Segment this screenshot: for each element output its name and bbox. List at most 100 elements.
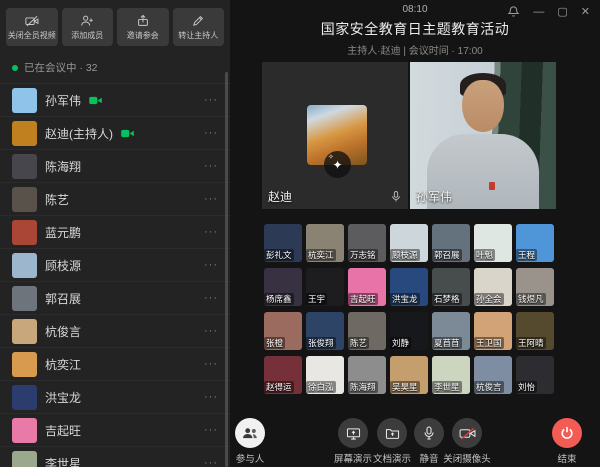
grid-tile[interactable]: 王阿晴 <box>516 312 554 350</box>
more-icon[interactable]: ··· <box>204 293 218 304</box>
participant-row[interactable]: 杭俊言 ··· <box>0 315 230 348</box>
power-icon <box>560 426 574 440</box>
participant-row[interactable]: 陈艺 ··· <box>0 183 230 216</box>
bell-icon[interactable] <box>507 5 520 18</box>
tile-name: 孙全会 <box>474 293 504 305</box>
participant-list: 孙军伟 ··· 赵迪(主持人) ··· 陈海翔 ··· 陈艺 ··· <box>0 84 230 467</box>
grid-tile[interactable]: 刘静 <box>390 312 428 350</box>
maximize-icon[interactable]: ▢ <box>557 6 567 18</box>
grid-tile[interactable]: 钱煜凡 <box>516 268 554 306</box>
tile-name: 彭礼文 <box>264 249 294 261</box>
more-icon[interactable]: ··· <box>204 260 218 271</box>
grid-tile[interactable]: 李世星 <box>432 356 470 394</box>
transfer-host-button[interactable]: 转让主持人 <box>173 8 225 46</box>
participant-name: 顾枝源 <box>45 257 81 274</box>
tile-name: 张俊翔 <box>306 337 336 349</box>
grid-tile[interactable]: 陈海翔 <box>348 356 386 394</box>
grid-tile[interactable]: 郭召展 <box>432 224 470 262</box>
grid-tile[interactable]: 张俊翔 <box>306 312 344 350</box>
tile-name: 万志铭 <box>348 249 378 261</box>
grid-tile[interactable]: 吴昊星 <box>390 356 428 394</box>
grid-tile[interactable]: 彭礼文 <box>264 224 302 262</box>
more-icon[interactable]: ··· <box>204 194 218 205</box>
online-status-dot <box>12 65 18 71</box>
avatar <box>12 352 37 377</box>
tile-name: 陈艺 <box>348 337 369 349</box>
grid-tile[interactable]: 杭俊言 <box>474 356 512 394</box>
participant-row[interactable]: 顾枝源 ··· <box>0 249 230 282</box>
grid-tile[interactable]: 夏苜苜 <box>432 312 470 350</box>
participant-name: 赵迪(主持人) <box>45 125 113 142</box>
sidebar-scrollbar[interactable] <box>225 72 228 467</box>
more-icon[interactable]: ··· <box>204 161 218 172</box>
tile-name: 洪宝龙 <box>390 293 420 305</box>
avatar <box>12 220 37 245</box>
grid-tile[interactable]: 石梦格 <box>432 268 470 306</box>
participant-row[interactable]: 陈海翔 ··· <box>0 150 230 183</box>
sparkle-badge-icon: ✦ <box>324 151 351 178</box>
people-icon <box>242 427 259 440</box>
tile-name: 王宇 <box>306 293 327 305</box>
toolbar-label: 结束 <box>557 451 576 465</box>
more-icon[interactable]: ··· <box>204 359 218 370</box>
participants-button[interactable]: 参与人 <box>215 418 285 465</box>
grid-tile[interactable]: 万志铭 <box>348 224 386 262</box>
tile-name: 王阿晴 <box>516 337 546 349</box>
lapel-pin <box>489 182 495 190</box>
tile-name: 叶魁 <box>474 249 495 261</box>
grid-tile[interactable]: 孙全会 <box>474 268 512 306</box>
status-text: 已在会议中 · 32 <box>24 60 98 75</box>
tile-name: 徐白泓 <box>306 381 336 393</box>
camera-off-slash-icon <box>459 427 476 440</box>
meeting-window: 关闭全员视频 添加成员 邀请参会 转让主持人 已在会议中 · 32 孙军伟 <box>0 0 600 467</box>
participant-row[interactable]: 郭召展 ··· <box>0 282 230 315</box>
grid-tile[interactable]: 徐白泓 <box>306 356 344 394</box>
add-member-button[interactable]: 添加成员 <box>62 8 114 46</box>
grid-tile[interactable]: 张橙 <box>264 312 302 350</box>
more-icon[interactable]: ··· <box>204 326 218 337</box>
action-label: 邀请参会 <box>127 30 159 41</box>
feed-name-label: 赵迪 <box>268 188 292 205</box>
action-label: 添加成员 <box>71 30 103 41</box>
grid-tile[interactable]: 王程 <box>516 224 554 262</box>
avatar <box>12 154 37 179</box>
participant-row[interactable]: 赵迪(主持人) ··· <box>0 117 230 150</box>
video-feed-host[interactable]: ✦ 赵迪 <box>262 62 408 209</box>
end-meeting-button[interactable]: 结束 <box>532 418 600 465</box>
more-icon[interactable]: ··· <box>204 392 218 403</box>
participant-row[interactable]: 洪宝龙 ··· <box>0 381 230 414</box>
grid-tile[interactable]: 杭奕江 <box>306 224 344 262</box>
toolbar-label: 关闭摄像头 <box>443 451 491 465</box>
video-feed-speaker[interactable]: 孙军伟 <box>410 62 556 209</box>
grid-tile[interactable]: 吉起旺 <box>348 268 386 306</box>
minimize-icon[interactable]: — <box>533 6 544 18</box>
feed-name-label: 孙军伟 <box>416 188 452 205</box>
invite-button[interactable]: 邀请参会 <box>117 8 169 46</box>
more-icon[interactable]: ··· <box>204 227 218 238</box>
avatar <box>12 385 37 410</box>
grid-tile[interactable]: 顾枝源 <box>390 224 428 262</box>
close-all-video-button[interactable]: 关闭全员视频 <box>6 8 58 46</box>
tile-name: 吴昊星 <box>390 381 420 393</box>
participant-name: 杭奕江 <box>45 356 81 373</box>
avatar <box>12 319 37 344</box>
grid-tile[interactable]: 杨席鑫 <box>264 268 302 306</box>
tile-name: 钱煜凡 <box>516 293 546 305</box>
tile-name: 夏苜苜 <box>432 337 462 349</box>
grid-tile[interactable]: 洪宝龙 <box>390 268 428 306</box>
tile-name: 张橙 <box>264 337 285 349</box>
participant-row[interactable]: 蓝元鹏 ··· <box>0 216 230 249</box>
grid-tile[interactable]: 赵得运 <box>264 356 302 394</box>
more-icon[interactable]: ··· <box>204 128 218 139</box>
grid-tile[interactable]: 王宇 <box>306 268 344 306</box>
grid-tile[interactable]: 刘怡 <box>516 356 554 394</box>
camera-off-button[interactable]: 关闭摄像头 <box>432 418 502 465</box>
participant-row[interactable]: 杭奕江 ··· <box>0 348 230 381</box>
more-icon[interactable]: ··· <box>204 95 218 106</box>
grid-tile[interactable]: 叶魁 <box>474 224 512 262</box>
participant-row[interactable]: 孙军伟 ··· <box>0 84 230 117</box>
close-icon[interactable]: ✕ <box>581 6 590 18</box>
grid-tile[interactable]: 陈艺 <box>348 312 386 350</box>
meeting-subtitle: 主持人·赵迪 | 会议时间 · 17:00 <box>230 42 600 57</box>
grid-tile[interactable]: 王卫国 <box>474 312 512 350</box>
